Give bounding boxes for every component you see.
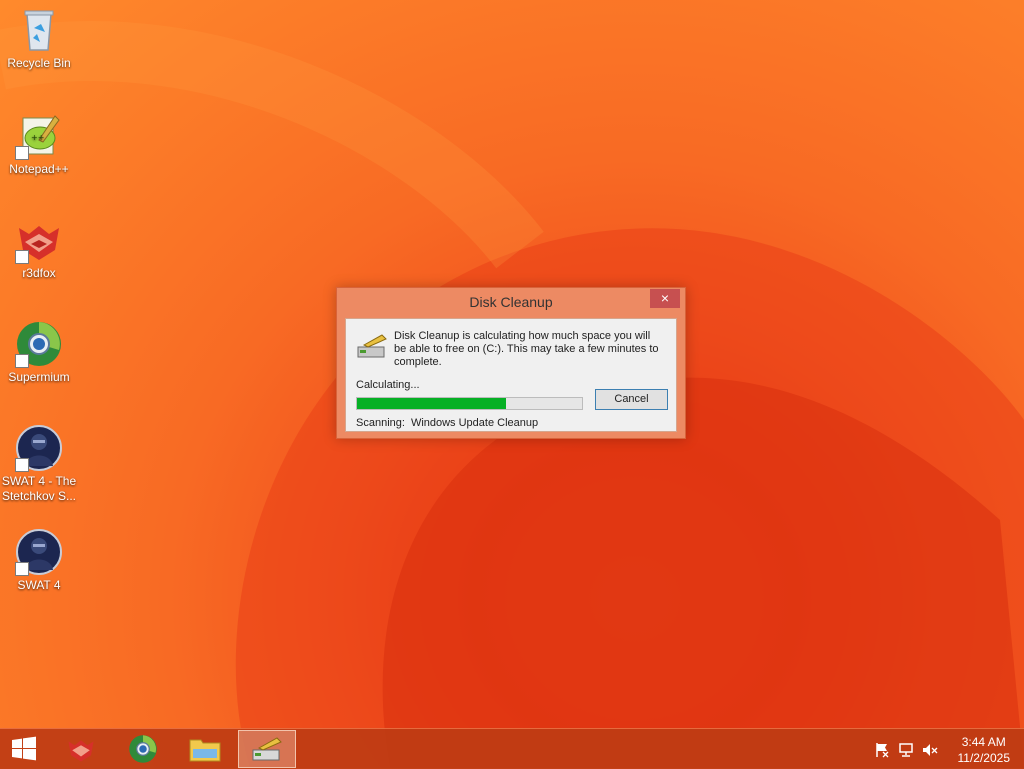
scanning-label: Scanning: bbox=[356, 417, 405, 429]
desktop-icon-swat4[interactable]: SWAT 4 bbox=[0, 528, 78, 593]
scanning-item: Windows Update Cleanup bbox=[410, 417, 539, 429]
svg-text:++: ++ bbox=[31, 133, 44, 142]
recycle-bin-icon bbox=[24, 10, 54, 51]
r3dfox-icon bbox=[68, 740, 94, 762]
desktop-icon-notepad-plus-plus[interactable]: ++ Notepad++ bbox=[0, 112, 78, 177]
windows-start-icon bbox=[12, 736, 36, 761]
system-clock[interactable]: 3:44 AM 11/2/2025 bbox=[958, 734, 1011, 766]
shortcut-arrow-icon bbox=[15, 250, 29, 264]
shortcut-arrow-icon bbox=[15, 354, 29, 368]
cancel-button[interactable]: Cancel bbox=[595, 389, 668, 410]
progress-bar bbox=[356, 397, 583, 410]
scanning-status: Scanning: Windows Update Cleanup bbox=[356, 417, 538, 429]
supermium-icon bbox=[129, 735, 157, 763]
desktop-icon-r3dfox[interactable]: r3dfox bbox=[0, 216, 78, 281]
taskbar-item-file-explorer[interactable] bbox=[176, 730, 234, 768]
desktop-icon-swat4-stetchkov[interactable]: SWAT 4 - The Stetchkov S... bbox=[0, 424, 78, 504]
volume-muted-icon[interactable] bbox=[922, 742, 938, 758]
taskbar-item-supermium[interactable] bbox=[114, 730, 172, 768]
disk-cleanup-icon bbox=[252, 737, 282, 761]
shortcut-arrow-icon bbox=[15, 146, 29, 160]
status-text: Calculating... bbox=[356, 379, 420, 391]
desktop-icon-label: Notepad++ bbox=[9, 162, 69, 176]
shortcut-arrow-icon bbox=[15, 458, 29, 472]
disk-cleanup-icon bbox=[357, 334, 387, 358]
dialog-title: Disk Cleanup bbox=[469, 294, 553, 310]
taskbar-item-disk-cleanup[interactable] bbox=[238, 730, 296, 768]
clock-time: 3:44 AM bbox=[961, 735, 1006, 749]
disk-cleanup-dialog: Disk Cleanup × Disk Cleanup is calculati… bbox=[336, 287, 686, 439]
desktop-icon-label: SWAT 4 - The Stetchkov S... bbox=[1, 474, 77, 503]
desktop-icon-supermium[interactable]: Supermium bbox=[0, 320, 78, 385]
network-icon[interactable] bbox=[898, 742, 914, 758]
dialog-body: Disk Cleanup is calculating how much spa… bbox=[345, 318, 677, 432]
start-button[interactable] bbox=[0, 730, 48, 768]
dialog-message: Disk Cleanup is calculating how much spa… bbox=[394, 330, 659, 368]
clock-date: 11/2/2025 bbox=[957, 751, 1011, 765]
desktop-icon-label: r3dfox bbox=[22, 266, 56, 280]
taskbar: 3:44 AM 11/2/2025 bbox=[0, 728, 1024, 769]
desktop-icon-label: Recycle Bin bbox=[7, 56, 71, 70]
progress-fill bbox=[357, 398, 506, 409]
desktop-icon-label: SWAT 4 bbox=[17, 578, 61, 592]
shortcut-arrow-icon bbox=[15, 562, 29, 576]
taskbar-item-r3dfox[interactable] bbox=[52, 730, 110, 768]
desktop-icon-recycle-bin[interactable]: Recycle Bin bbox=[0, 6, 78, 71]
close-button[interactable]: × bbox=[650, 289, 680, 308]
desktop-icon-label: Supermium bbox=[8, 370, 70, 384]
action-center-flag-icon[interactable] bbox=[874, 742, 890, 758]
file-explorer-icon bbox=[189, 739, 221, 762]
